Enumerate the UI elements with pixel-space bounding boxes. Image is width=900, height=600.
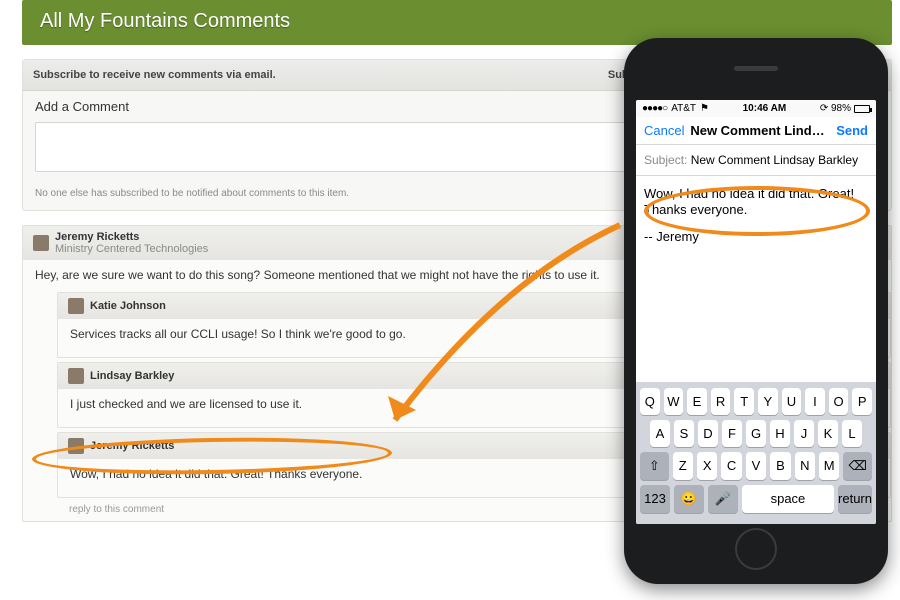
key-z[interactable]: Z (673, 452, 693, 480)
key-t[interactable]: T (734, 388, 754, 415)
key-c[interactable]: C (721, 452, 741, 480)
battery-label: ⟳ 98% (820, 103, 851, 114)
key-x[interactable]: X (697, 452, 717, 480)
key-o[interactable]: O (829, 388, 849, 415)
avatar (68, 298, 84, 314)
key-f[interactable]: F (722, 420, 742, 447)
key-g[interactable]: G (746, 420, 766, 447)
key-b[interactable]: B (770, 452, 790, 480)
key-k[interactable]: K (818, 420, 838, 447)
subject-row[interactable]: Subject: New Comment Lindsay Barkley (636, 145, 876, 176)
reply-author: Lindsay Barkley (90, 370, 174, 382)
key-j[interactable]: J (794, 420, 814, 447)
avatar (68, 368, 84, 384)
key-h[interactable]: H (770, 420, 790, 447)
keyboard: QWERTYUIOP ASDFGHJKL ⇧ZXCVBNM⌫ 123😀🎤spac… (636, 382, 876, 524)
carrier-label: AT&T (671, 103, 696, 114)
avatar (33, 235, 49, 251)
clock-label: 10:46 AM (709, 103, 820, 114)
key-y[interactable]: Y (758, 388, 778, 415)
nav-title: New Comment Lindsa… (690, 123, 830, 138)
key-u[interactable]: U (782, 388, 802, 415)
subscriber-notice: No one else has subscribed to be notifie… (35, 188, 349, 199)
key-e[interactable]: E (687, 388, 707, 415)
key-return[interactable]: return (838, 485, 872, 513)
key-😀[interactable]: 😀 (674, 485, 704, 513)
key-q[interactable]: Q (640, 388, 660, 415)
send-button[interactable]: Send (836, 123, 868, 138)
phone-mockup: ●●●●○ AT&T ⚑ 10:46 AM ⟳ 98% Cancel New C… (624, 38, 888, 584)
signal-dots-icon: ●●●●○ (642, 103, 667, 114)
key-a[interactable]: A (650, 420, 670, 447)
comment-org: Ministry Centered Technologies (55, 243, 208, 255)
key-d[interactable]: D (698, 420, 718, 447)
subscribe-text: Subscribe to receive new comments via em… (33, 69, 276, 81)
key-s[interactable]: S (674, 420, 694, 447)
key-n[interactable]: N (795, 452, 815, 480)
subject-value: New Comment Lindsay Barkley (691, 153, 858, 167)
key-v[interactable]: V (746, 452, 766, 480)
cancel-button[interactable]: Cancel (644, 123, 684, 138)
key-🎤[interactable]: 🎤 (708, 485, 738, 513)
subject-label: Subject: (644, 153, 687, 167)
key-l[interactable]: L (842, 420, 862, 447)
comment-author: Jeremy Ricketts (55, 231, 139, 243)
key-i[interactable]: I (805, 388, 825, 415)
key-space[interactable]: space (742, 485, 834, 513)
reply-author: Katie Johnson (90, 300, 166, 312)
key-w[interactable]: W (664, 388, 684, 415)
key-⇧[interactable]: ⇧ (640, 452, 669, 480)
key-r[interactable]: R (711, 388, 731, 415)
battery-icon (854, 105, 870, 113)
status-bar: ●●●●○ AT&T ⚑ 10:46 AM ⟳ 98% (636, 100, 876, 117)
annotation-oval-phone (644, 186, 870, 236)
key-123[interactable]: 123 (640, 485, 670, 513)
key-⌫[interactable]: ⌫ (843, 452, 872, 480)
key-p[interactable]: P (852, 388, 872, 415)
annotation-arrow (350, 220, 640, 440)
wifi-icon: ⚑ (700, 103, 709, 114)
key-m[interactable]: M (819, 452, 839, 480)
